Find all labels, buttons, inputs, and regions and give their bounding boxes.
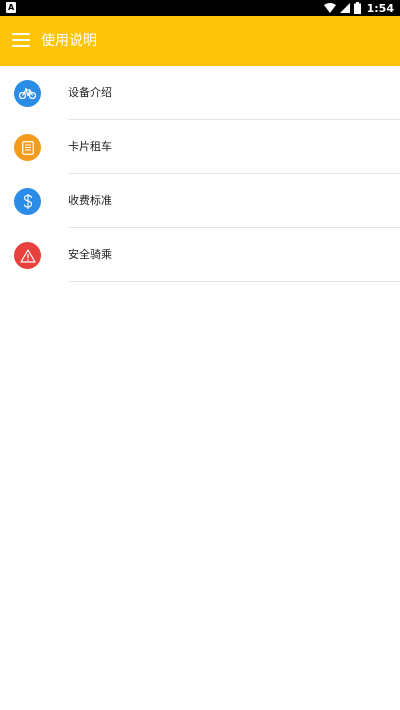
list-item-label: 设备介绍 xyxy=(68,86,112,99)
list-item-device-intro[interactable]: 设备介绍 xyxy=(0,66,400,120)
signal-icon xyxy=(339,3,350,13)
warning-icon xyxy=(14,242,41,269)
instructions-list: 设备介绍 卡片租车 收费标准 安全骑乘 xyxy=(0,66,400,282)
list-item-label: 收费标准 xyxy=(68,194,112,207)
list-item-card-rental[interactable]: 卡片租车 xyxy=(0,120,400,174)
status-time: 1:54 xyxy=(366,1,394,15)
menu-icon[interactable] xyxy=(12,33,30,47)
status-bar: A 1:54 xyxy=(0,0,400,16)
battery-icon xyxy=(353,2,361,14)
page-title: 使用说明 xyxy=(41,33,97,49)
bike-icon xyxy=(14,80,41,107)
list-item-label: 卡片租车 xyxy=(68,140,112,153)
wifi-icon xyxy=(323,3,336,13)
list-item-fee-standard[interactable]: 收费标准 xyxy=(0,174,400,228)
app-bar: 使用说明 xyxy=(0,16,400,66)
divider xyxy=(68,281,400,282)
list-item-label: 安全骑乘 xyxy=(68,248,112,261)
list-item-safe-riding[interactable]: 安全骑乘 xyxy=(0,228,400,282)
dollar-icon xyxy=(14,188,41,215)
card-icon xyxy=(14,134,41,161)
notification-icon: A xyxy=(6,2,16,13)
status-icons: 1:54 xyxy=(323,0,394,16)
